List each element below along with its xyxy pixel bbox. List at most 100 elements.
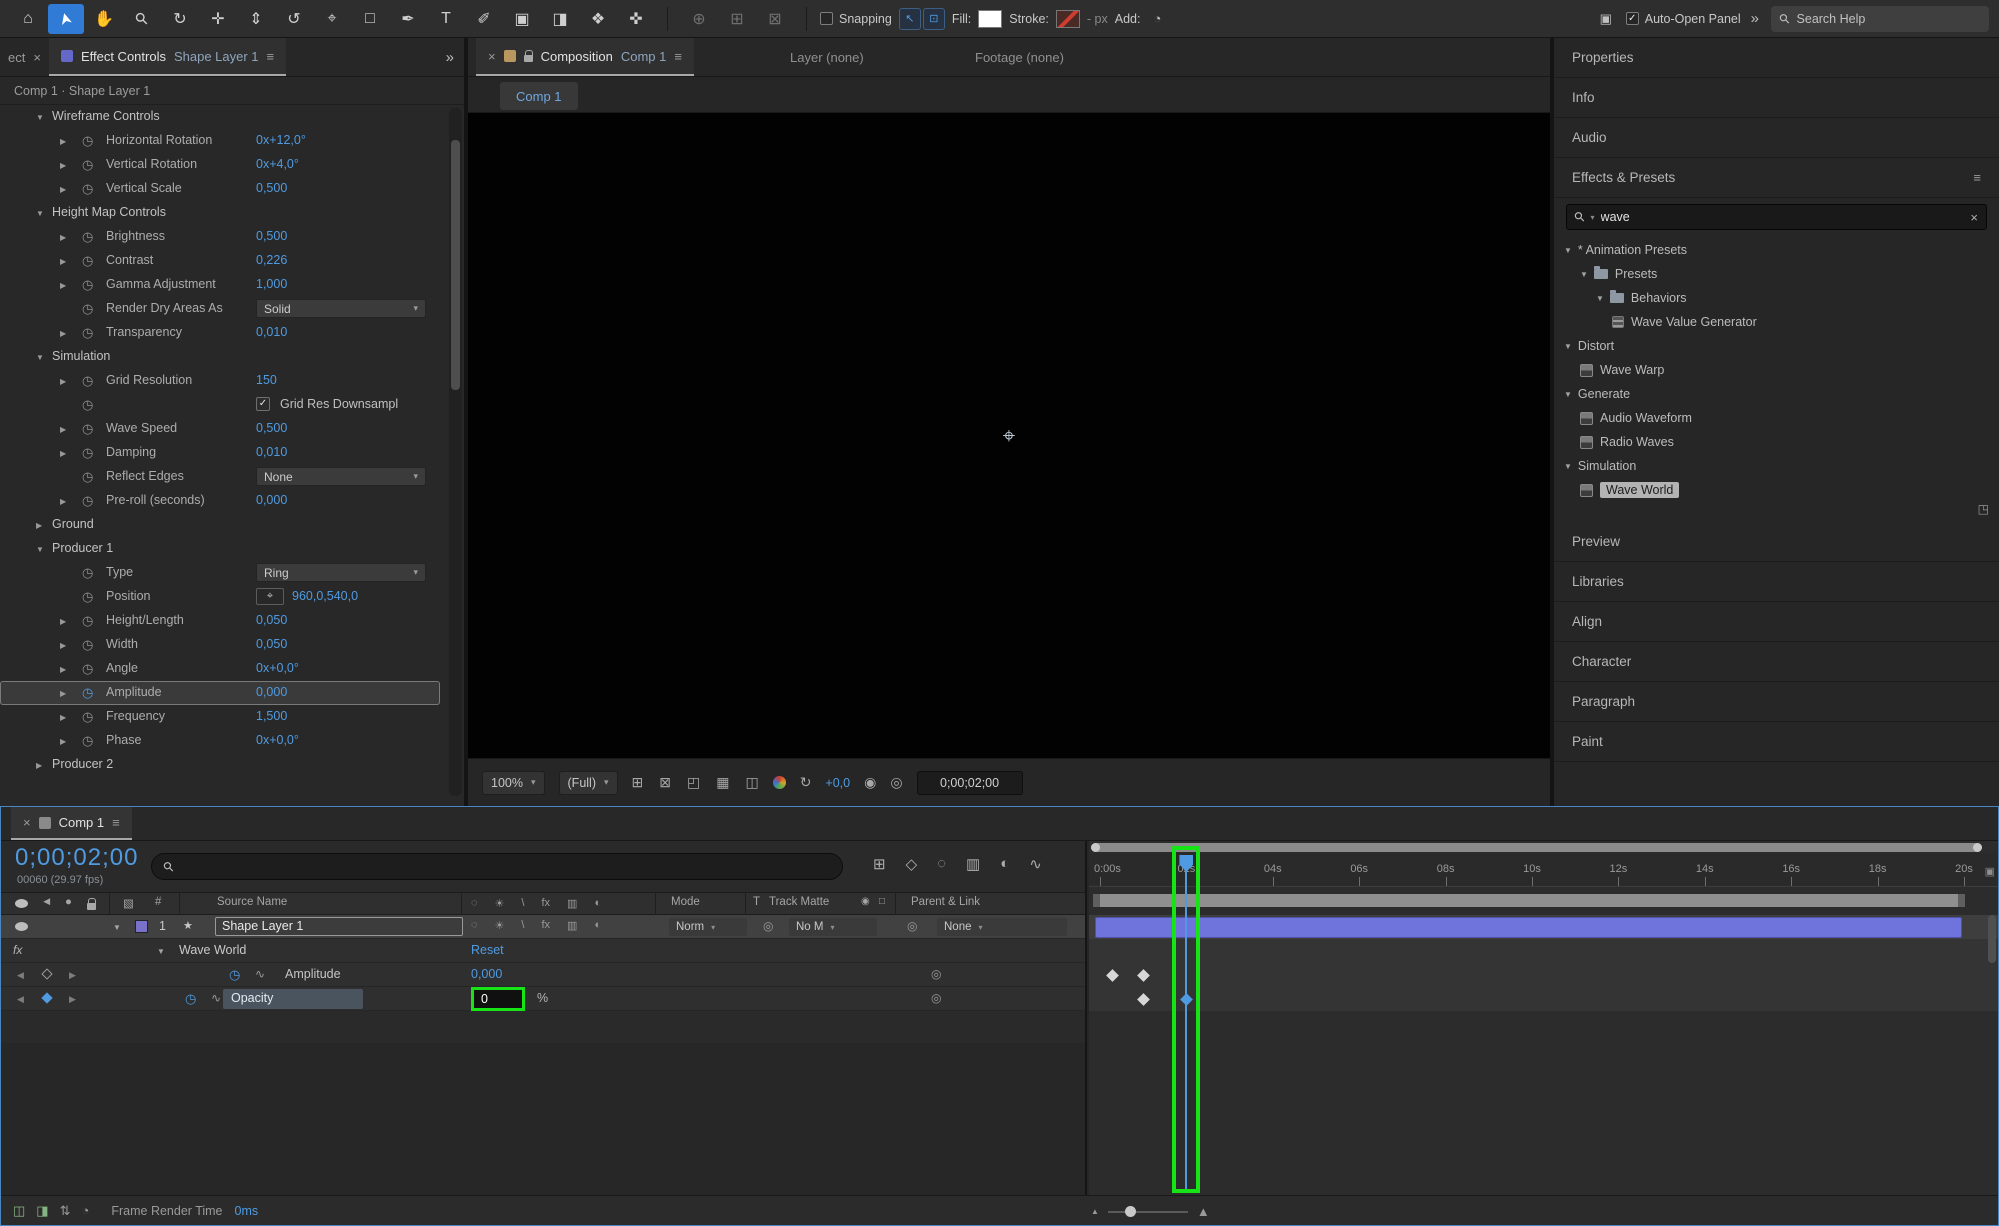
- switch-icon-1[interactable]: ☀: [495, 897, 505, 910]
- param-value[interactable]: 0,500: [256, 229, 287, 243]
- preset-item-radio-waves[interactable]: Radio Waves: [1554, 430, 1999, 454]
- shape-tool-icon[interactable]: □: [352, 4, 388, 34]
- param-gamma-adjustment[interactable]: ▶◷Gamma Adjustment1,000: [0, 273, 464, 297]
- scrollbar[interactable]: [449, 108, 462, 796]
- param-value[interactable]: 0x+12,0°: [256, 133, 306, 147]
- pan-camera-tool-icon[interactable]: ✛: [200, 4, 236, 34]
- tab-overflow-icon[interactable]: »: [446, 49, 456, 66]
- switch-icon-4[interactable]: ▥: [567, 897, 577, 910]
- twirl-icon[interactable]: ▼: [36, 209, 44, 218]
- twirl-icon[interactable]: ▼: [157, 947, 165, 956]
- next-keyframe-icon[interactable]: ▶: [69, 970, 76, 981]
- panel-menu-icon[interactable]: ≡: [112, 815, 120, 830]
- timeline-track-pane[interactable]: 0:00s02s04s06s08s10s12s14s16s18s20s ▣: [1089, 841, 1998, 1195]
- panel-menu-icon[interactable]: ≡: [267, 49, 275, 64]
- add-keyframe-icon[interactable]: [41, 968, 52, 979]
- brush-tool-icon[interactable]: ✐: [466, 4, 502, 34]
- channel-color-icon[interactable]: [773, 776, 786, 789]
- effects-search-box[interactable]: ⚲ ▾ ×: [1566, 204, 1987, 230]
- amplitude-value[interactable]: 0,000: [471, 967, 502, 981]
- parent-dropdown[interactable]: None▾: [937, 918, 1067, 936]
- anchor-point-button[interactable]: ⌖: [256, 588, 284, 605]
- toolbar-overflow-icon[interactable]: »: [1751, 10, 1761, 27]
- preset-item-generate[interactable]: ▼Generate: [1554, 382, 1999, 406]
- panel-header-effects-presets[interactable]: Effects & Presets ≡: [1554, 158, 1999, 198]
- param-vertical-scale[interactable]: ▶◷Vertical Scale0,500: [0, 177, 464, 201]
- toggle-transparency-grid-icon[interactable]: ▦: [716, 774, 729, 791]
- twirl-icon[interactable]: ▼: [1564, 462, 1572, 471]
- t-column-header[interactable]: T: [753, 896, 760, 908]
- draft-3d-icon[interactable]: ◇: [906, 855, 918, 873]
- reset-link[interactable]: Reset: [471, 943, 504, 957]
- time-navigator[interactable]: [1091, 843, 1982, 852]
- zoom-tool-icon[interactable]: ⚲: [124, 4, 160, 34]
- previous-keyframe-icon[interactable]: ◀: [17, 994, 24, 1005]
- twirl-icon[interactable]: ▶: [60, 665, 66, 674]
- param-grid-res-downsampl[interactable]: ◷✓Grid Res Downsampl: [0, 393, 464, 417]
- snap-to-anchors-icon[interactable]: ⊡: [923, 8, 945, 30]
- next-keyframe-icon[interactable]: ▶: [69, 994, 76, 1005]
- param-brightness[interactable]: ▶◷Brightness0,500: [0, 225, 464, 249]
- toggle-mask-path-visibility-icon[interactable]: ⊠: [659, 774, 671, 791]
- effect-name[interactable]: Wave World: [179, 943, 246, 957]
- param-dropdown[interactable]: Ring▾: [256, 563, 426, 582]
- twirl-icon[interactable]: ▶: [60, 641, 66, 650]
- scrollbar-thumb[interactable]: [451, 140, 460, 390]
- panel-button[interactable]: ▣: [1596, 9, 1616, 29]
- twirl-icon[interactable]: ▶: [60, 257, 66, 266]
- close-icon[interactable]: ×: [488, 49, 496, 64]
- panel-header-align[interactable]: Align: [1554, 602, 1999, 642]
- switch-icon-5[interactable]: ◐: [594, 919, 601, 932]
- effect-controls-tab[interactable]: Effect Controls Shape Layer 1 ≡: [49, 38, 286, 76]
- twirl-icon[interactable]: ▶: [60, 281, 66, 290]
- layer-duration-bar[interactable]: [1095, 917, 1962, 938]
- twirl-icon[interactable]: ▶: [60, 449, 66, 458]
- close-icon[interactable]: ×: [33, 50, 41, 65]
- stopwatch-icon[interactable]: ◷: [185, 991, 196, 1007]
- pan-behind-tool-icon[interactable]: ⌖: [314, 4, 350, 34]
- param-height-length[interactable]: ▶◷Height/Length0,050: [0, 609, 464, 633]
- stopwatch-icon[interactable]: ◷: [82, 445, 93, 461]
- stopwatch-icon[interactable]: ◷: [82, 229, 93, 245]
- param-value[interactable]: 0,500: [256, 181, 287, 195]
- selection-tool-icon[interactable]: ➤: [48, 4, 84, 34]
- zoom-out-icon[interactable]: ▲: [1091, 1207, 1099, 1216]
- help-search-box[interactable]: ⚲: [1771, 6, 1989, 32]
- param-damping[interactable]: ▶◷Damping0,010: [0, 441, 464, 465]
- preset-item-wave-world[interactable]: Wave World: [1554, 478, 1999, 502]
- preset-item-presets[interactable]: ▼Presets: [1554, 262, 1999, 286]
- switch-icon-5[interactable]: ◐: [594, 897, 601, 910]
- twirl-icon[interactable]: ▶: [60, 713, 66, 722]
- twirl-icon[interactable]: ▼: [1564, 390, 1572, 399]
- stopwatch-icon[interactable]: ◷: [82, 253, 93, 269]
- preset-item-audio-waveform[interactable]: Audio Waveform: [1554, 406, 1999, 430]
- help-search-input[interactable]: [1797, 12, 1957, 26]
- time-ruler[interactable]: 0:00s02s04s06s08s10s12s14s16s18s20s: [1089, 853, 1998, 887]
- pickwhip-icon[interactable]: ◎: [931, 991, 941, 1005]
- layer-name[interactable]: Shape Layer 1: [215, 917, 463, 936]
- parent-link-column-header[interactable]: Parent & Link: [911, 896, 980, 908]
- panel-header-paint[interactable]: Paint: [1554, 722, 1999, 762]
- snapshot-camera-icon[interactable]: ◉: [864, 774, 876, 791]
- param-vertical-rotation[interactable]: ▶◷Vertical Rotation0x+4,0°: [0, 153, 464, 177]
- param-value[interactable]: 1,000: [256, 277, 287, 291]
- param-phase[interactable]: ▶◷Phase0x+0,0°: [0, 729, 464, 753]
- timeline-search-box[interactable]: ⚲: [151, 853, 843, 880]
- param-type[interactable]: ◷TypeRing▾: [0, 561, 464, 585]
- twirl-icon[interactable]: ▶: [60, 497, 66, 506]
- panel-header-properties[interactable]: Properties: [1554, 38, 1999, 78]
- switch-icon-0[interactable]: ◌: [471, 919, 478, 932]
- orbit-camera-tool-icon[interactable]: ↻: [162, 4, 198, 34]
- twirl-icon[interactable]: ▼: [1580, 270, 1588, 279]
- layer-color-chip[interactable]: [135, 920, 148, 933]
- twirl-icon[interactable]: ▼: [36, 545, 44, 554]
- stopwatch-icon[interactable]: ◷: [82, 613, 93, 629]
- eye-icon[interactable]: [15, 922, 28, 931]
- switch-icon-1[interactable]: ☀: [495, 919, 505, 932]
- property-label[interactable]: Opacity: [223, 989, 363, 1009]
- param-value[interactable]: 150: [256, 373, 277, 387]
- param-value[interactable]: 0x+0,0°: [256, 733, 299, 747]
- param-position[interactable]: ◷Position⌖960,0,540,0: [0, 585, 464, 609]
- work-area-bar[interactable]: [1093, 894, 1965, 907]
- twirl-icon[interactable]: ▶: [36, 761, 42, 770]
